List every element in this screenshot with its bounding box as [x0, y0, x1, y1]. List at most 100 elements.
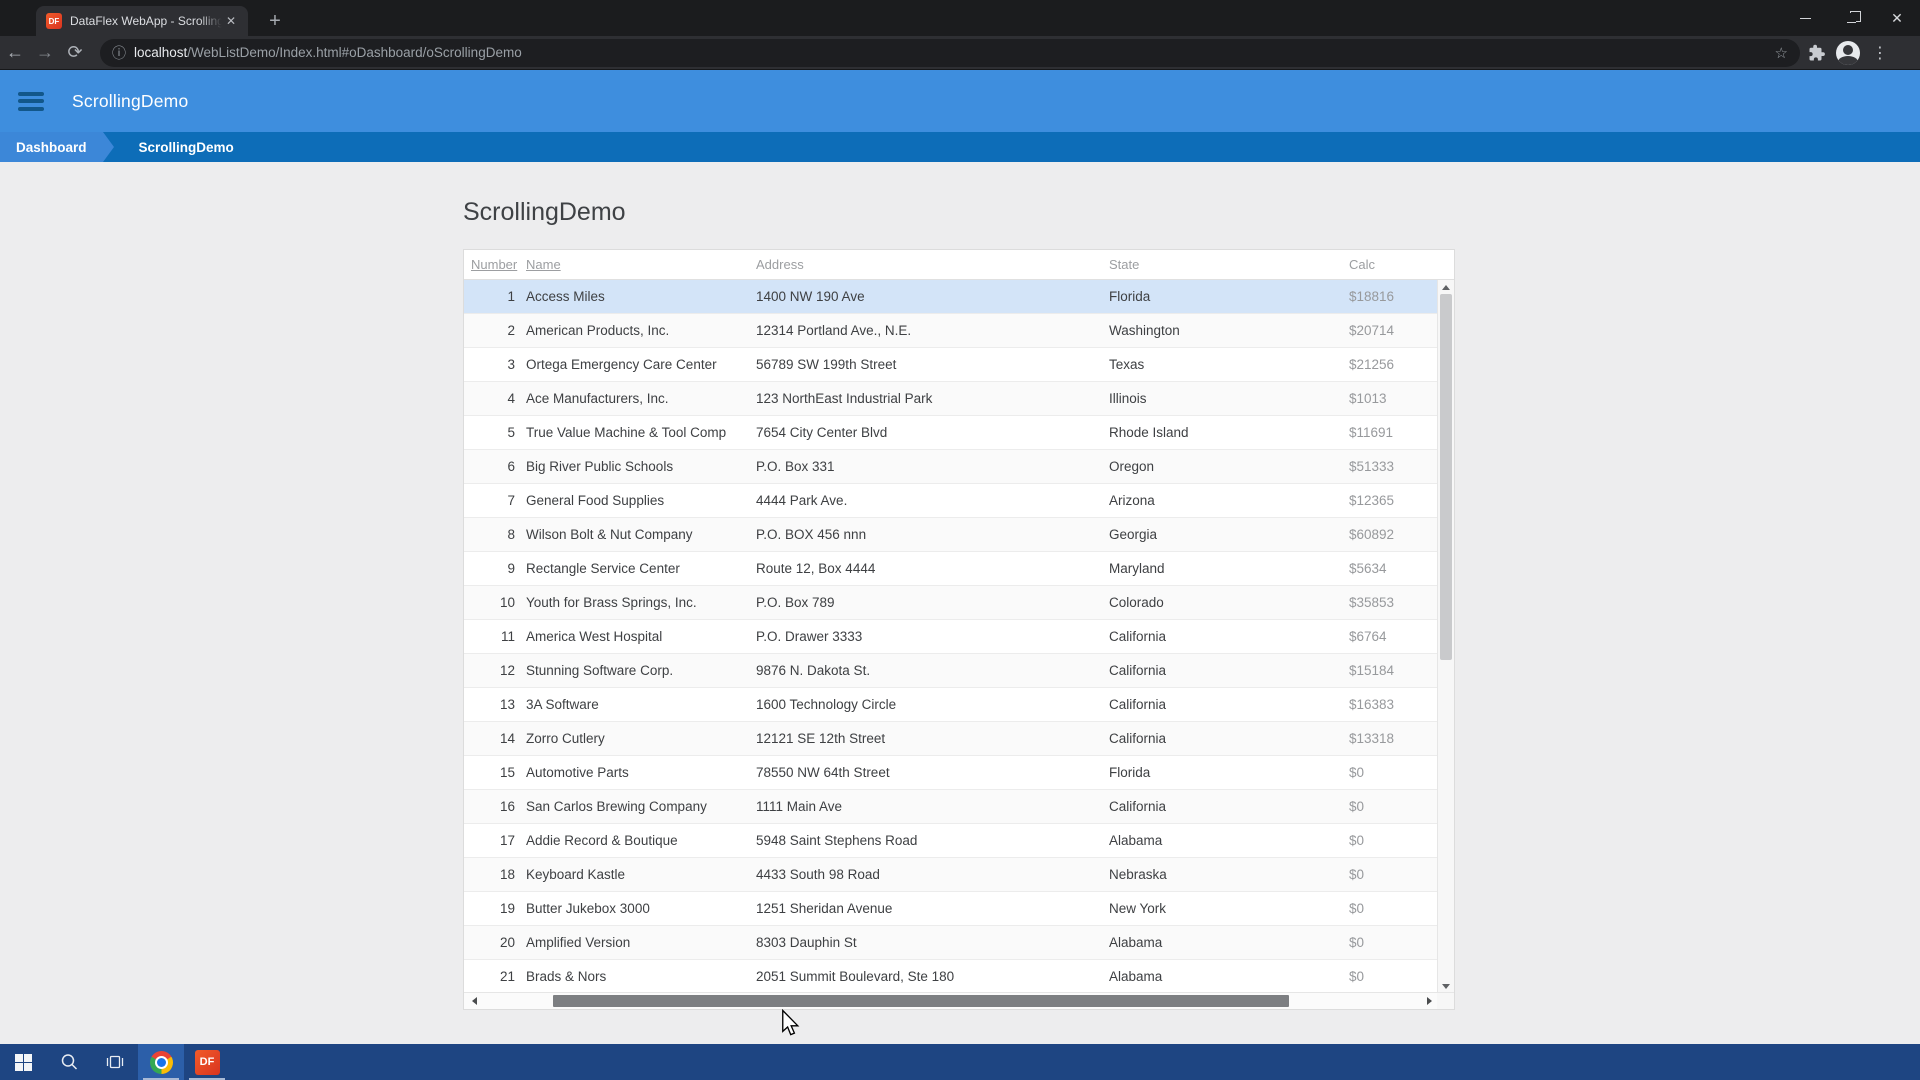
task-view-icon	[105, 1052, 125, 1072]
start-button[interactable]	[0, 1044, 46, 1080]
minimize-button[interactable]	[1782, 0, 1828, 36]
table-row[interactable]: 1 Access Miles 1400 NW 190 Ave Florida $…	[464, 280, 1454, 314]
cell-address: 12314 Portland Ave., N.E.	[756, 323, 1109, 338]
windows-logo-icon	[15, 1054, 32, 1071]
table-row[interactable]: 15 Automotive Parts 78550 NW 64th Street…	[464, 756, 1454, 790]
url-text[interactable]: localhost/WebListDemo/Index.html#oDashbo…	[134, 45, 1767, 60]
cell-name: 3A Software	[526, 697, 756, 712]
cell-calc: $11691	[1349, 425, 1437, 440]
cell-name: Ortega Emergency Care Center	[526, 357, 756, 372]
table-row[interactable]: 10 Youth for Brass Springs, Inc. P.O. Bo…	[464, 586, 1454, 620]
cell-number: 21	[464, 969, 526, 984]
cell-state: New York	[1109, 901, 1349, 916]
cell-address: 78550 NW 64th Street	[756, 765, 1109, 780]
breadcrumb-dashboard[interactable]: Dashboard	[0, 132, 103, 162]
vertical-scrollbar-thumb[interactable]	[1440, 294, 1452, 660]
extensions-icon[interactable]	[1808, 44, 1826, 62]
column-header[interactable]: Number	[464, 257, 526, 272]
cell-number: 10	[464, 595, 526, 610]
cell-number: 20	[464, 935, 526, 950]
cell-calc: $5634	[1349, 561, 1437, 576]
task-view-button[interactable]	[92, 1044, 138, 1080]
new-tab-button[interactable]: +	[262, 8, 288, 34]
cell-state: Alabama	[1109, 833, 1349, 848]
column-header[interactable]: State	[1109, 257, 1349, 272]
breadcrumb: Dashboard ScrollingDemo	[0, 132, 1920, 162]
taskbar-chrome-button[interactable]	[138, 1044, 184, 1080]
horizontal-scrollbar[interactable]	[464, 992, 1439, 1009]
back-button[interactable]: ←	[0, 39, 30, 67]
cell-calc: $0	[1349, 867, 1437, 882]
table-row[interactable]: 3 Ortega Emergency Care Center 56789 SW …	[464, 348, 1454, 382]
cell-state: Arizona	[1109, 493, 1349, 508]
forward-button[interactable]: →	[30, 39, 60, 67]
scroll-left-arrow[interactable]	[466, 993, 482, 1009]
taskbar-dataflex-button[interactable]: DF	[184, 1044, 230, 1080]
horizontal-scrollbar-thumb[interactable]	[553, 995, 1289, 1007]
table-row[interactable]: 17 Addie Record & Boutique 5948 Saint St…	[464, 824, 1454, 858]
browser-menu-icon[interactable]: ⋮	[1870, 43, 1890, 63]
address-bar[interactable]: ⓘ localhost/WebListDemo/Index.html#oDash…	[100, 39, 1800, 67]
table-row[interactable]: 19 Butter Jukebox 3000 1251 Sheridan Ave…	[464, 892, 1454, 926]
column-header[interactable]: Name	[526, 257, 756, 272]
cell-name: Amplified Version	[526, 935, 756, 950]
table-row[interactable]: 14 Zorro Cutlery 12121 SE 12th Street Ca…	[464, 722, 1454, 756]
table-row[interactable]: 9 Rectangle Service Center Route 12, Box…	[464, 552, 1454, 586]
tab-close-icon[interactable]: ✕	[222, 12, 240, 30]
column-header[interactable]: Address	[756, 257, 1109, 272]
app-header: ScrollingDemo	[0, 70, 1920, 132]
cell-state: Alabama	[1109, 969, 1349, 984]
cell-address: 1111 Main Ave	[756, 799, 1109, 814]
cell-name: Addie Record & Boutique	[526, 833, 756, 848]
cell-number: 12	[464, 663, 526, 678]
cell-name: Wilson Bolt & Nut Company	[526, 527, 756, 542]
scroll-up-arrow[interactable]	[1438, 280, 1454, 295]
table-row[interactable]: 18 Keyboard Kastle 4433 South 98 Road Ne…	[464, 858, 1454, 892]
cell-address: P.O. Box 331	[756, 459, 1109, 474]
scroll-right-arrow[interactable]	[1421, 993, 1437, 1009]
table-body: 1 Access Miles 1400 NW 190 Ave Florida $…	[464, 280, 1454, 994]
profile-avatar[interactable]	[1836, 41, 1860, 65]
cell-number: 16	[464, 799, 526, 814]
cell-number: 13	[464, 697, 526, 712]
cell-number: 15	[464, 765, 526, 780]
cell-state: Florida	[1109, 289, 1349, 304]
table-row[interactable]: 6 Big River Public Schools P.O. Box 331 …	[464, 450, 1454, 484]
cell-state: Rhode Island	[1109, 425, 1349, 440]
restore-button[interactable]	[1828, 0, 1874, 36]
table-row[interactable]: 8 Wilson Bolt & Nut Company P.O. BOX 456…	[464, 518, 1454, 552]
close-button[interactable]: ✕	[1874, 0, 1920, 36]
cell-state: Illinois	[1109, 391, 1349, 406]
table-row[interactable]: 4 Ace Manufacturers, Inc. 123 NorthEast …	[464, 382, 1454, 416]
reload-button[interactable]: ⟳	[60, 39, 90, 67]
column-header[interactable]: Calc	[1349, 257, 1437, 272]
table-row[interactable]: 5 True Value Machine & Tool Comp 7654 Ci…	[464, 416, 1454, 450]
site-info-icon[interactable]: ⓘ	[112, 43, 126, 63]
main-content: ScrollingDemo NumberNameAddressStateCalc…	[0, 162, 1920, 1044]
window-controls: ✕	[1782, 0, 1920, 36]
hamburger-menu-icon[interactable]	[18, 92, 44, 111]
table-row[interactable]: 20 Amplified Version 8303 Dauphin St Ala…	[464, 926, 1454, 960]
cell-calc: $1013	[1349, 391, 1437, 406]
bookmark-star-icon[interactable]: ☆	[1775, 44, 1788, 62]
table-row[interactable]: 7 General Food Supplies 4444 Park Ave. A…	[464, 484, 1454, 518]
screen: DF DataFlex WebApp - ScrollingDem ✕ + ✕ …	[0, 0, 1920, 1080]
table-row[interactable]: 11 America West Hospital P.O. Drawer 333…	[464, 620, 1454, 654]
table-row[interactable]: 13 3A Software 1600 Technology Circle Ca…	[464, 688, 1454, 722]
cell-calc: $20714	[1349, 323, 1437, 338]
table-row[interactable]: 2 American Products, Inc. 12314 Portland…	[464, 314, 1454, 348]
cell-state: California	[1109, 731, 1349, 746]
table-row[interactable]: 21 Brads & Nors 2051 Summit Boulevard, S…	[464, 960, 1454, 994]
table-row[interactable]: 16 San Carlos Brewing Company 1111 Main …	[464, 790, 1454, 824]
browser-tab[interactable]: DF DataFlex WebApp - ScrollingDem ✕	[36, 6, 248, 36]
cell-state: Texas	[1109, 357, 1349, 372]
cell-name: Zorro Cutlery	[526, 731, 756, 746]
cell-state: Georgia	[1109, 527, 1349, 542]
cell-name: San Carlos Brewing Company	[526, 799, 756, 814]
cell-address: 5948 Saint Stephens Road	[756, 833, 1109, 848]
table-row[interactable]: 12 Stunning Software Corp. 9876 N. Dakot…	[464, 654, 1454, 688]
taskbar: DF	[0, 1044, 1920, 1080]
cell-name: Ace Manufacturers, Inc.	[526, 391, 756, 406]
vertical-scrollbar[interactable]	[1437, 280, 1454, 994]
taskbar-search-button[interactable]	[46, 1044, 92, 1080]
